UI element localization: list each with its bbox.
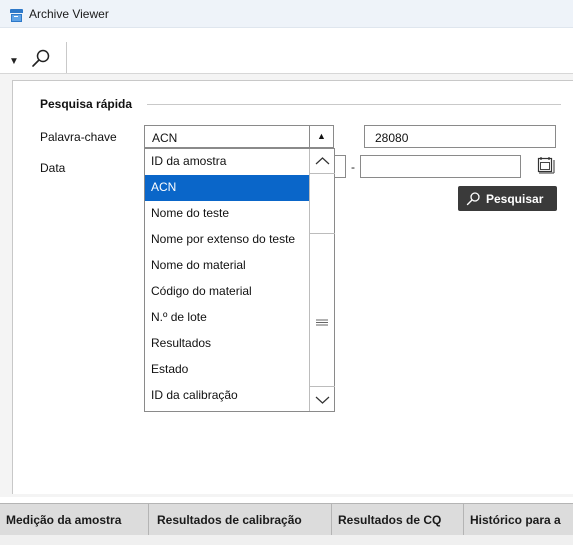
keyword-select[interactable]: ACN	[144, 125, 310, 148]
calendar-icon[interactable]	[536, 155, 557, 176]
toolbar-divider	[66, 42, 67, 74]
dropdown-option[interactable]: Código do material	[145, 279, 309, 305]
date-from-field[interactable]	[334, 155, 346, 178]
toolbar: ▼	[0, 28, 573, 74]
date-label: Data	[40, 161, 66, 175]
title-bar: Archive Viewer	[0, 0, 573, 28]
dropdown-option[interactable]: Nome por extenso do teste	[145, 227, 309, 253]
search-icon	[466, 191, 481, 206]
dropdown-option[interactable]: ID da calibração	[145, 383, 309, 409]
dropdown-option-selected[interactable]: ACN	[145, 175, 309, 201]
triangle-down-icon[interactable]: ▼	[9, 56, 19, 67]
dropdown-scrollbar[interactable]	[309, 149, 335, 411]
tab-sample-measurement[interactable]: Medição da amostra	[0, 504, 149, 535]
keyword-value-input[interactable]: 28080	[364, 125, 556, 148]
date-to-field[interactable]	[360, 155, 521, 178]
search-icon[interactable]	[30, 47, 52, 69]
dropdown-option[interactable]: N.º de lote	[145, 305, 309, 331]
scrollbar-thumb[interactable]	[310, 233, 335, 385]
date-separator: -	[351, 160, 355, 174]
search-button-label: Pesquisar	[486, 192, 544, 206]
grip-icon	[316, 319, 328, 326]
triangle-up-icon[interactable]: ▲	[310, 125, 334, 148]
status-bar	[0, 535, 573, 545]
dropdown-option[interactable]: Nome do teste	[145, 201, 309, 227]
dropdown-option[interactable]: Resultados	[145, 331, 309, 357]
chevron-down-icon[interactable]	[310, 386, 335, 411]
keyword-label: Palavra-chave	[40, 130, 117, 144]
chevron-up-icon[interactable]	[310, 149, 335, 174]
archive-icon	[10, 9, 23, 22]
window-title: Archive Viewer	[29, 7, 109, 21]
quick-search-title: Pesquisa rápida	[40, 97, 133, 111]
keyword-dropdown-list[interactable]: ID da amostra ACN Nome do teste Nome por…	[144, 148, 335, 412]
dropdown-option[interactable]: Estado	[145, 357, 309, 383]
dropdown-option[interactable]: ID da amostra	[145, 149, 309, 175]
search-button[interactable]: Pesquisar	[458, 186, 557, 211]
group-divider	[147, 104, 561, 105]
bottom-tab-bar: Medição da amostra Resultados de calibra…	[0, 503, 573, 535]
tab-calibration-results[interactable]: Resultados de calibração	[149, 504, 332, 535]
tab-history[interactable]: Histórico para a	[464, 504, 573, 535]
tab-qc-results[interactable]: Resultados de CQ	[332, 504, 464, 535]
dropdown-option[interactable]: Nome do material	[145, 253, 309, 279]
